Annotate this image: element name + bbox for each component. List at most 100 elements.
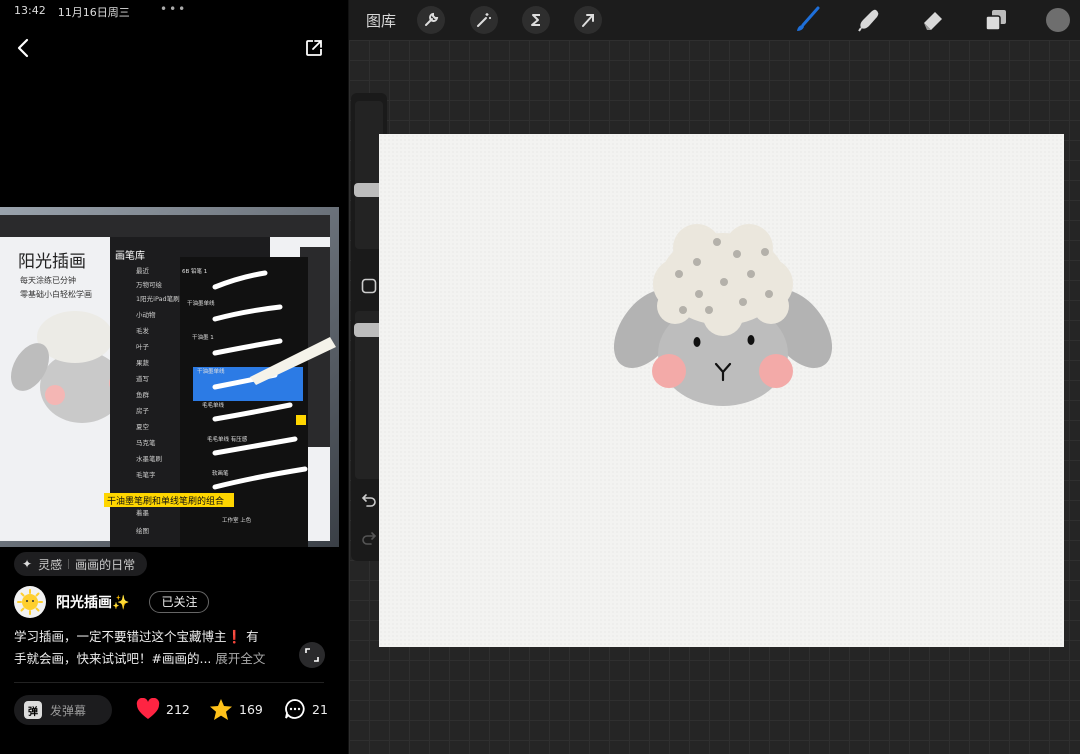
media-brush: 毛毛单线 有压感 bbox=[207, 435, 248, 443]
media-illustration: 干油墨笔刷和单线笔刷的组合 画笔库 阳光插画 每天涂练已分钟 零基础小白轻松学画… bbox=[0, 207, 339, 547]
author-name[interactable]: 阳光插画✨ bbox=[56, 592, 129, 612]
follow-button[interactable]: 已关注 bbox=[149, 591, 210, 613]
media-menu-title: 画笔库 bbox=[115, 249, 145, 262]
magic-wand-icon bbox=[477, 13, 491, 27]
undo-icon bbox=[361, 494, 376, 507]
media-category: 最近 bbox=[136, 266, 150, 275]
media-category: 绘图 bbox=[136, 526, 149, 535]
fullscreen-button[interactable] bbox=[299, 642, 325, 668]
media-category: 马克笔 bbox=[136, 438, 156, 447]
smudge-icon bbox=[858, 9, 879, 32]
media-category: 1阳光iPad笔刷 bbox=[136, 294, 180, 303]
sparkle-icon: ✦ bbox=[22, 557, 33, 571]
media-category: 毛发 bbox=[136, 326, 150, 335]
status-date: 11月16日周三 bbox=[57, 6, 130, 19]
square-icon bbox=[361, 278, 377, 294]
collect-button[interactable]: 169 bbox=[209, 698, 263, 721]
desc-line1: 学习插画，一定不要错过这个宝藏博主 bbox=[14, 629, 227, 644]
sheep-cheek-left bbox=[652, 354, 686, 388]
media-header-sub2: 零基础小白轻松学画 bbox=[20, 289, 92, 299]
sheep-eye-right bbox=[747, 335, 755, 345]
comment-icon bbox=[285, 699, 305, 719]
note-media-image[interactable]: 干油墨笔刷和单线笔刷的组合 画笔库 阳光插画 每天涂练已分钟 零基础小白轻松学画… bbox=[0, 207, 339, 547]
redo-button[interactable] bbox=[359, 528, 379, 548]
eraser-tool[interactable] bbox=[919, 6, 947, 34]
media-category: 鱼群 bbox=[136, 390, 150, 399]
like-button[interactable]: 212 bbox=[136, 698, 190, 720]
media-brush: 毛毛单线 bbox=[202, 401, 225, 409]
share-button[interactable] bbox=[304, 38, 324, 58]
drawing-canvas[interactable] bbox=[379, 134, 1064, 647]
procreate-workspace: 图库 bbox=[348, 0, 1080, 754]
tag-topic: 画画的日常 bbox=[75, 557, 136, 572]
actions-button[interactable] bbox=[417, 6, 445, 34]
topic-tag[interactable]: ✦ 灵感 画画的日常 bbox=[14, 552, 148, 576]
like-count: 212 bbox=[166, 701, 190, 717]
media-brush: 干油墨单线 bbox=[187, 299, 215, 307]
tag-divider bbox=[68, 559, 70, 569]
danmu-input[interactable]: 弹 发弹幕 bbox=[14, 695, 112, 725]
media-brush: 软画笔 bbox=[212, 469, 229, 477]
selection-icon bbox=[531, 14, 540, 26]
sheep-drawing bbox=[613, 224, 833, 406]
avatar[interactable] bbox=[14, 586, 46, 618]
divider bbox=[14, 682, 324, 683]
note-description: 学习插画，一定不要错过这个宝藏博主❗ 有 手就会画，快来试试吧！#画画的... … bbox=[14, 626, 284, 670]
tag-label: 灵感 bbox=[38, 557, 63, 572]
desc-line2: 手就会画，快来试试吧！#画画的... bbox=[14, 651, 212, 666]
sheep-cheek-right bbox=[759, 354, 793, 388]
expand-text-link[interactable]: 展开全文 bbox=[211, 651, 265, 666]
media-category: 小动物 bbox=[136, 310, 156, 319]
media-brush: 工作室 上色 bbox=[222, 516, 252, 524]
back-button[interactable] bbox=[14, 36, 34, 60]
expand-icon bbox=[305, 648, 319, 662]
sun-avatar-icon bbox=[17, 589, 43, 615]
media-category: 果蔬 bbox=[136, 358, 150, 367]
share-icon bbox=[306, 40, 322, 56]
layers-icon bbox=[985, 10, 1006, 31]
media-category: 夏空 bbox=[136, 422, 150, 431]
media-brush: 干油墨单线 bbox=[197, 367, 225, 375]
media-category: 着墨 bbox=[136, 508, 150, 517]
smudge-tool[interactable] bbox=[855, 6, 883, 34]
danmu-label: 发弹幕 bbox=[50, 703, 87, 718]
undo-button[interactable] bbox=[359, 490, 379, 510]
layers-tool[interactable] bbox=[982, 6, 1010, 34]
color-picker[interactable] bbox=[1046, 8, 1070, 32]
eraser-icon bbox=[924, 12, 942, 30]
danmu-icon: 弹 bbox=[24, 701, 42, 719]
gallery-button[interactable]: 图库 bbox=[366, 10, 396, 31]
adjustments-button[interactable] bbox=[470, 6, 498, 34]
comment-button[interactable]: 21 bbox=[284, 698, 328, 720]
transform-button[interactable] bbox=[574, 6, 602, 34]
status-time: 13:42 bbox=[14, 4, 46, 17]
note-detail-panel: 13:42 11月16日周三 ••• 干油墨笔刷和单线笔刷的组合 画笔库 阳光插… bbox=[0, 0, 348, 754]
media-brush: 干油墨 1 bbox=[192, 333, 214, 341]
chevron-left-icon bbox=[17, 38, 29, 58]
media-caption: 干油墨笔刷和单线笔刷的组合 bbox=[107, 495, 224, 507]
media-header-sub1: 每天涂练已分钟 bbox=[20, 275, 76, 285]
media-category: 道写 bbox=[136, 374, 149, 383]
procreate-toolbar: 图库 bbox=[349, 0, 1080, 40]
brush-icon bbox=[797, 6, 820, 31]
selection-button[interactable] bbox=[522, 6, 550, 34]
wrench-icon bbox=[425, 12, 439, 26]
star-icon bbox=[210, 699, 232, 720]
media-category: 万物可绘 bbox=[136, 280, 163, 289]
redo-icon bbox=[362, 532, 377, 545]
desc-line1b: 有 bbox=[242, 629, 259, 644]
media-category: 水墨笔刷 bbox=[136, 454, 162, 463]
author-row: 阳光插画✨ 已关注 bbox=[14, 586, 210, 618]
sheep-eye-left bbox=[693, 337, 701, 347]
media-category: 叶子 bbox=[136, 342, 150, 351]
media-header-title: 阳光插画 bbox=[18, 252, 86, 272]
media-category: 毛笔字 bbox=[136, 470, 156, 479]
modify-button[interactable] bbox=[359, 276, 379, 296]
brush-tool[interactable] bbox=[793, 6, 821, 34]
heart-icon bbox=[136, 698, 160, 719]
screen: 13:42 11月16日周三 ••• 干油墨笔刷和单线笔刷的组合 画笔库 阳光插… bbox=[0, 0, 1080, 754]
comment-count: 21 bbox=[312, 701, 328, 717]
multitask-dots[interactable]: ••• bbox=[160, 2, 187, 16]
collect-count: 169 bbox=[239, 702, 263, 717]
media-category: 房子 bbox=[136, 406, 150, 415]
